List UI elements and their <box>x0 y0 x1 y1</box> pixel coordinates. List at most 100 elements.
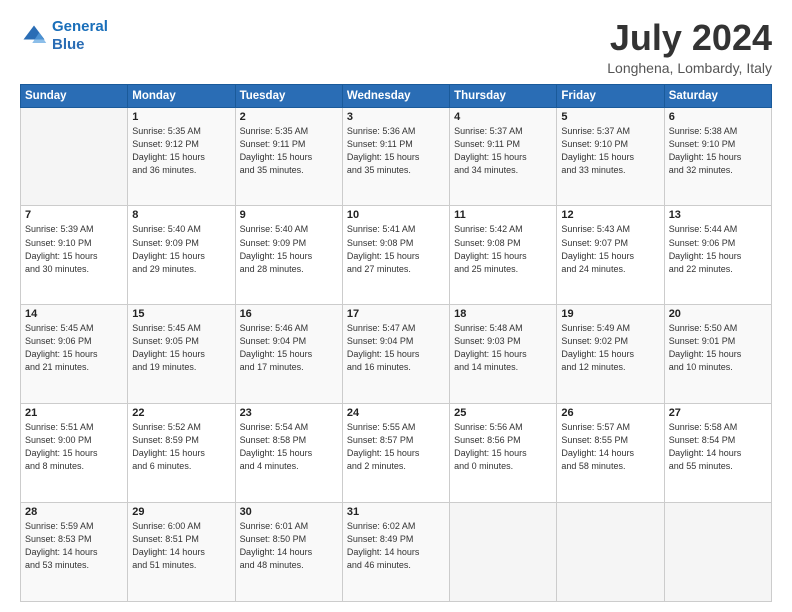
weekday-header: Monday <box>128 84 235 107</box>
day-number: 7 <box>25 209 123 221</box>
cell-info: Sunrise: 6:01 AM Sunset: 8:50 PM Dayligh… <box>240 520 338 572</box>
calendar-cell: 8 Sunrise: 5:40 AM Sunset: 9:09 PM Daylig… <box>128 206 235 305</box>
calendar-cell: 24Sunrise: 5:55 AM Sunset: 8:57 PM Dayli… <box>342 404 449 503</box>
cell-info: Sunrise: 5:36 AM Sunset: 9:11 PM Dayligh… <box>347 125 445 177</box>
location-title: Longhena, Lombardy, Italy <box>607 60 772 76</box>
cell-info: Sunrise: 5:37 AM Sunset: 9:11 PM Dayligh… <box>454 125 552 177</box>
weekday-header: Saturday <box>664 84 771 107</box>
calendar-cell: 23 Sunrise: 5:54 AM Sunset: 8:58 PM Dayli… <box>235 404 342 503</box>
cell-info: Sunrise: 5:40 AM Sunset: 9:09 PM Dayligh… <box>132 223 230 275</box>
logo-line2: Blue <box>52 36 85 53</box>
calendar-cell <box>664 503 771 602</box>
cell-info: Sunrise: 5:43 AM Sunset: 9:07 PM Dayligh… <box>561 223 659 275</box>
calendar-cell: 17Sunrise: 5:47 AM Sunset: 9:04 PM Dayli… <box>342 305 449 404</box>
day-number: 17 <box>347 308 445 320</box>
logo-icon <box>20 22 48 50</box>
title-block: July 2024 Longhena, Lombardy, Italy <box>607 18 772 76</box>
calendar-cell: 14Sunrise: 5:45 AM Sunset: 9:06 PM Dayli… <box>21 305 128 404</box>
day-number: 25 <box>454 407 552 419</box>
calendar: SundayMondayTuesdayWednesdayThursdayFrid… <box>20 84 772 602</box>
calendar-cell: 7 Sunrise: 5:39 AM Sunset: 9:10 PM Daylig… <box>21 206 128 305</box>
day-number: 16 <box>240 308 338 320</box>
calendar-cell: 9 Sunrise: 5:40 AM Sunset: 9:09 PM Daylig… <box>235 206 342 305</box>
calendar-header-row: SundayMondayTuesdayWednesdayThursdayFrid… <box>21 84 772 107</box>
cell-info: Sunrise: 5:57 AM Sunset: 8:55 PM Dayligh… <box>561 421 659 473</box>
calendar-cell: 12 Sunrise: 5:43 AM Sunset: 9:07 PM Dayli… <box>557 206 664 305</box>
calendar-cell: 29 Sunrise: 6:00 AM Sunset: 8:51 PM Dayli… <box>128 503 235 602</box>
day-number: 9 <box>240 209 338 221</box>
day-number: 31 <box>347 506 445 518</box>
calendar-cell: 5 Sunrise: 5:37 AM Sunset: 9:10 PM Daylig… <box>557 107 664 206</box>
day-number: 24 <box>347 407 445 419</box>
weekday-header: Tuesday <box>235 84 342 107</box>
cell-info: Sunrise: 5:38 AM Sunset: 9:10 PM Dayligh… <box>669 125 767 177</box>
weekday-header: Thursday <box>450 84 557 107</box>
cell-info: Sunrise: 5:50 AM Sunset: 9:01 PM Dayligh… <box>669 322 767 374</box>
cell-info: Sunrise: 5:40 AM Sunset: 9:09 PM Dayligh… <box>240 223 338 275</box>
day-number: 21 <box>25 407 123 419</box>
logo-text: General Blue <box>52 18 108 54</box>
day-number: 13 <box>669 209 767 221</box>
day-number: 29 <box>132 506 230 518</box>
day-number: 28 <box>25 506 123 518</box>
cell-info: Sunrise: 5:48 AM Sunset: 9:03 PM Dayligh… <box>454 322 552 374</box>
weekday-header: Friday <box>557 84 664 107</box>
cell-info: Sunrise: 5:52 AM Sunset: 8:59 PM Dayligh… <box>132 421 230 473</box>
day-number: 26 <box>561 407 659 419</box>
calendar-cell: 11 Sunrise: 5:42 AM Sunset: 9:08 PM Dayli… <box>450 206 557 305</box>
cell-info: Sunrise: 5:42 AM Sunset: 9:08 PM Dayligh… <box>454 223 552 275</box>
page: General Blue July 2024 Longhena, Lombard… <box>0 0 792 612</box>
day-number: 5 <box>561 111 659 123</box>
weekday-header: Wednesday <box>342 84 449 107</box>
calendar-cell: 2Sunrise: 5:35 AM Sunset: 9:11 PM Daylig… <box>235 107 342 206</box>
calendar-cell: 10Sunrise: 5:41 AM Sunset: 9:08 PM Dayli… <box>342 206 449 305</box>
calendar-cell: 26 Sunrise: 5:57 AM Sunset: 8:55 PM Dayli… <box>557 404 664 503</box>
calendar-cell: 18 Sunrise: 5:48 AM Sunset: 9:03 PM Dayli… <box>450 305 557 404</box>
cell-info: Sunrise: 5:41 AM Sunset: 9:08 PM Dayligh… <box>347 223 445 275</box>
calendar-cell: 28 Sunrise: 5:59 AM Sunset: 8:53 PM Dayli… <box>21 503 128 602</box>
calendar-week-row: 1 Sunrise: 5:35 AM Sunset: 9:12 PM Daylig… <box>21 107 772 206</box>
calendar-cell: 13 Sunrise: 5:44 AM Sunset: 9:06 PM Dayli… <box>664 206 771 305</box>
day-number: 12 <box>561 209 659 221</box>
calendar-cell: 31 Sunrise: 6:02 AM Sunset: 8:49 PM Dayli… <box>342 503 449 602</box>
calendar-week-row: 14Sunrise: 5:45 AM Sunset: 9:06 PM Dayli… <box>21 305 772 404</box>
day-number: 18 <box>454 308 552 320</box>
cell-info: Sunrise: 5:59 AM Sunset: 8:53 PM Dayligh… <box>25 520 123 572</box>
cell-info: Sunrise: 6:02 AM Sunset: 8:49 PM Dayligh… <box>347 520 445 572</box>
cell-info: Sunrise: 5:46 AM Sunset: 9:04 PM Dayligh… <box>240 322 338 374</box>
calendar-week-row: 21 Sunrise: 5:51 AM Sunset: 9:00 PM Dayli… <box>21 404 772 503</box>
calendar-week-row: 28 Sunrise: 5:59 AM Sunset: 8:53 PM Dayli… <box>21 503 772 602</box>
weekday-header: Sunday <box>21 84 128 107</box>
day-number: 8 <box>132 209 230 221</box>
cell-info: Sunrise: 5:58 AM Sunset: 8:54 PM Dayligh… <box>669 421 767 473</box>
calendar-cell: 3 Sunrise: 5:36 AM Sunset: 9:11 PM Daylig… <box>342 107 449 206</box>
cell-info: Sunrise: 5:39 AM Sunset: 9:10 PM Dayligh… <box>25 223 123 275</box>
day-number: 30 <box>240 506 338 518</box>
cell-info: Sunrise: 5:37 AM Sunset: 9:10 PM Dayligh… <box>561 125 659 177</box>
day-number: 23 <box>240 407 338 419</box>
cell-info: Sunrise: 6:00 AM Sunset: 8:51 PM Dayligh… <box>132 520 230 572</box>
cell-info: Sunrise: 5:45 AM Sunset: 9:05 PM Dayligh… <box>132 322 230 374</box>
calendar-cell <box>450 503 557 602</box>
calendar-cell: 21 Sunrise: 5:51 AM Sunset: 9:00 PM Dayli… <box>21 404 128 503</box>
day-number: 27 <box>669 407 767 419</box>
day-number: 19 <box>561 308 659 320</box>
cell-info: Sunrise: 5:51 AM Sunset: 9:00 PM Dayligh… <box>25 421 123 473</box>
month-title: July 2024 <box>607 18 772 58</box>
calendar-cell: 16 Sunrise: 5:46 AM Sunset: 9:04 PM Dayli… <box>235 305 342 404</box>
cell-info: Sunrise: 5:45 AM Sunset: 9:06 PM Dayligh… <box>25 322 123 374</box>
cell-info: Sunrise: 5:54 AM Sunset: 8:58 PM Dayligh… <box>240 421 338 473</box>
cell-info: Sunrise: 5:44 AM Sunset: 9:06 PM Dayligh… <box>669 223 767 275</box>
day-number: 6 <box>669 111 767 123</box>
day-number: 1 <box>132 111 230 123</box>
day-number: 3 <box>347 111 445 123</box>
cell-info: Sunrise: 5:56 AM Sunset: 8:56 PM Dayligh… <box>454 421 552 473</box>
day-number: 11 <box>454 209 552 221</box>
cell-info: Sunrise: 5:35 AM Sunset: 9:12 PM Dayligh… <box>132 125 230 177</box>
calendar-cell <box>21 107 128 206</box>
calendar-cell: 25 Sunrise: 5:56 AM Sunset: 8:56 PM Dayli… <box>450 404 557 503</box>
day-number: 4 <box>454 111 552 123</box>
calendar-cell: 20Sunrise: 5:50 AM Sunset: 9:01 PM Dayli… <box>664 305 771 404</box>
calendar-cell: 4 Sunrise: 5:37 AM Sunset: 9:11 PM Daylig… <box>450 107 557 206</box>
calendar-cell: 15Sunrise: 5:45 AM Sunset: 9:05 PM Dayli… <box>128 305 235 404</box>
